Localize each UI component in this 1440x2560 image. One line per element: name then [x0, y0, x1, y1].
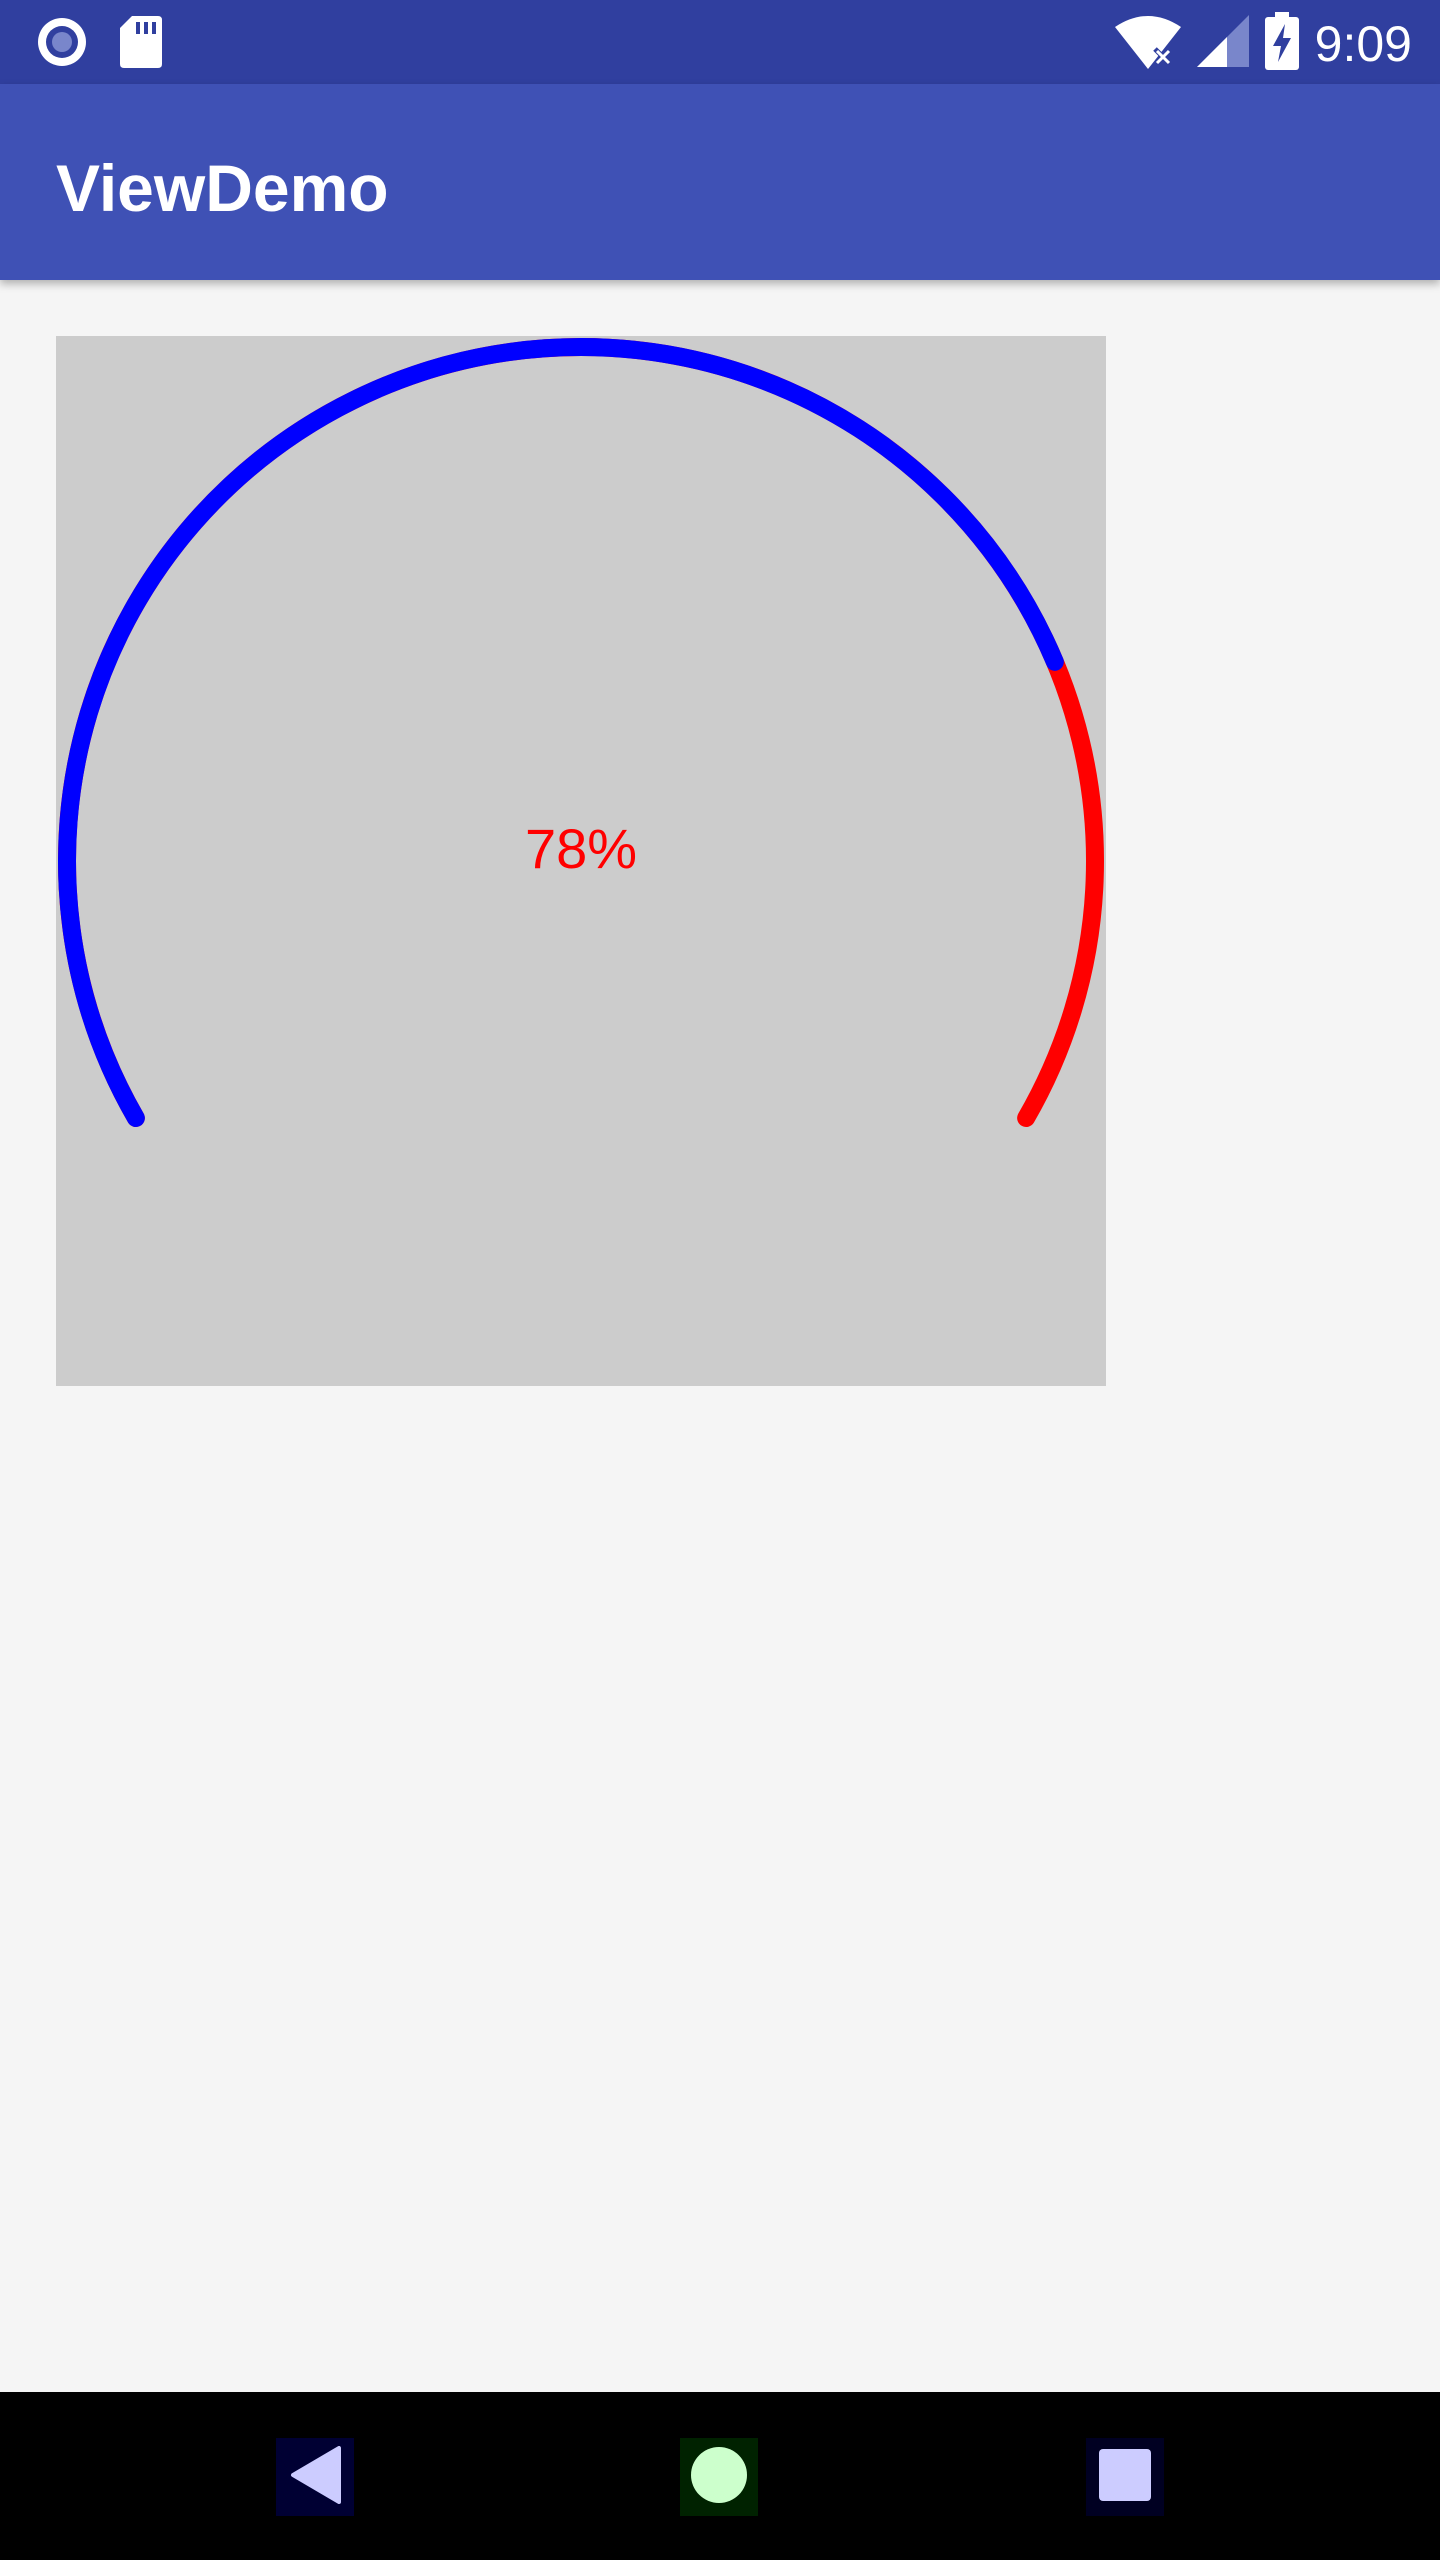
sync-icon: [36, 16, 88, 73]
app-bar: ViewDemo: [0, 84, 1440, 280]
home-icon: [690, 2446, 748, 2509]
back-icon: [289, 2445, 341, 2509]
main-content: 78%: [0, 280, 1440, 2392]
battery-charging-icon: [1264, 12, 1299, 75]
status-left-icons: [36, 16, 162, 73]
recents-button[interactable]: [1086, 2438, 1164, 2516]
status-bar: 9:09: [0, 0, 1440, 84]
status-right-icons: 9:09: [1114, 12, 1412, 75]
back-button[interactable]: [276, 2438, 354, 2516]
wifi-off-icon: [1114, 13, 1181, 74]
navigation-bar: [0, 2392, 1440, 2560]
recents-icon: [1098, 2448, 1152, 2507]
home-button[interactable]: [680, 2438, 758, 2516]
sd-card-icon: [120, 16, 162, 73]
app-title: ViewDemo: [56, 151, 389, 225]
gauge-progress-arc: [58, 338, 1064, 1127]
gauge-percentage-label: 78%: [524, 817, 638, 880]
cell-signal-icon: [1196, 15, 1249, 72]
status-clock: 9:09: [1314, 15, 1412, 72]
arc-gauge: 78%: [56, 336, 1106, 1386]
gauge-track-arc: [58, 338, 1104, 1127]
